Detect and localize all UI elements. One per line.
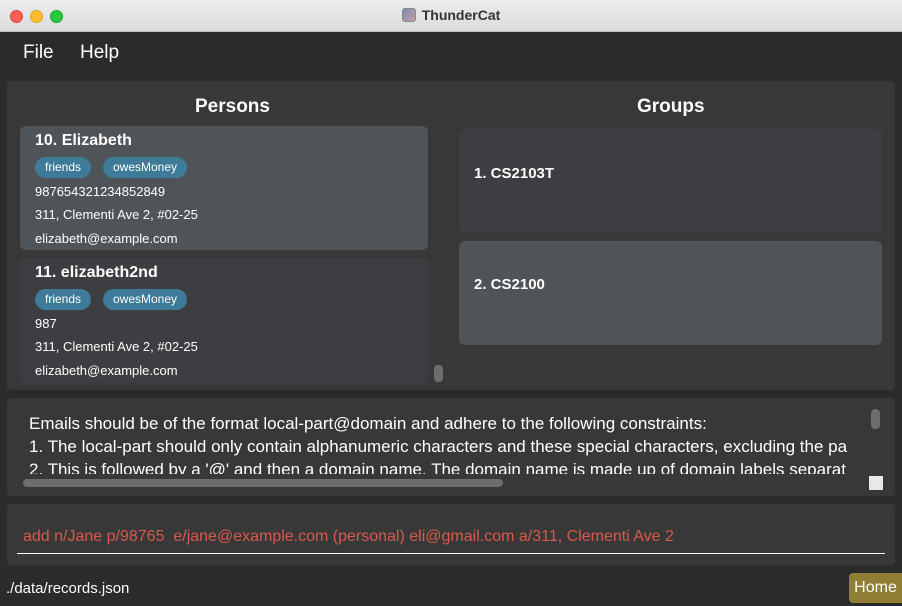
command-input[interactable] [23, 526, 883, 548]
persons-scrollbar[interactable] [434, 365, 443, 382]
group-card[interactable]: 2. CS2100 [459, 241, 882, 345]
result-text: Emails should be of the format local-par… [29, 412, 871, 474]
tag-badge: owesMoney [103, 157, 188, 178]
person-email: elizabeth@example.com [35, 363, 178, 378]
group-name: 2. CS2100 [474, 276, 545, 293]
result-vertical-scrollbar[interactable] [871, 409, 880, 429]
person-phone: 987654321234852849 [35, 184, 166, 199]
person-name: 10. Elizabeth [35, 132, 132, 149]
person-address: 311, Clementi Ave 2, #02-25 [35, 339, 198, 354]
persons-title: Persons [195, 96, 270, 117]
person-card[interactable]: 11. elizabeth2nd friends owesMoney 987 3… [20, 258, 428, 383]
group-card[interactable]: 1. CS2103T [459, 129, 882, 233]
person-email: elizabeth@example.com [35, 231, 178, 246]
window-titlebar: ThunderCat [0, 0, 902, 32]
person-address: 311, Clementi Ave 2, #02-25 [35, 207, 198, 222]
home-button[interactable]: Home [849, 573, 902, 603]
person-card[interactable]: 10. Elizabeth friends owesMoney 98765432… [20, 126, 428, 250]
person-phone: 987 [35, 316, 57, 331]
menu-help[interactable]: Help [80, 42, 119, 64]
app-icon [401, 8, 416, 22]
groups-title: Groups [637, 96, 705, 117]
command-underline [17, 553, 885, 554]
result-line: 2. This is followed by a '@' and then a … [29, 460, 846, 474]
tag-badge: owesMoney [103, 289, 188, 310]
status-file-path: ./data/records.json [6, 580, 130, 597]
menu-bar: File Help [0, 32, 902, 76]
result-horizontal-scrollbar[interactable] [23, 479, 503, 487]
window-title-text: ThunderCat [421, 7, 501, 23]
menu-file[interactable]: File [23, 42, 54, 64]
tag-badge: friends [35, 289, 92, 310]
group-name: 1. CS2103T [474, 165, 555, 182]
result-line: 1. The local-part should only contain al… [29, 437, 848, 456]
result-display: Emails should be of the format local-par… [7, 398, 895, 496]
window-title: ThunderCat [0, 7, 902, 23]
result-line: Emails should be of the format local-par… [29, 414, 707, 433]
tag-badge: friends [35, 157, 92, 178]
scroll-corner [869, 476, 883, 490]
person-name: 11. elizabeth2nd [35, 264, 158, 281]
